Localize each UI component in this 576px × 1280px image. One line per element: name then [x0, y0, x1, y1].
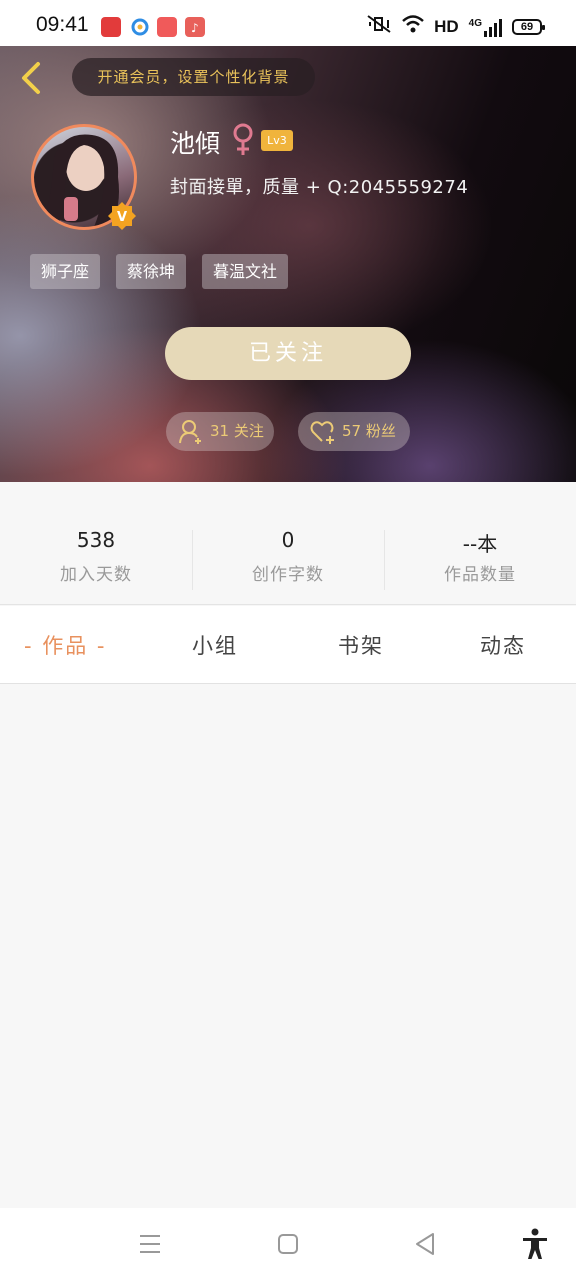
tag[interactable]: 蔡徐坤 [116, 254, 187, 289]
vip-background-prompt[interactable]: 开通会员，设置个性化背景 [72, 58, 315, 96]
female-icon [230, 122, 256, 158]
stat-works-count: --本 作品数量 [384, 528, 576, 585]
tab-content-area [0, 685, 576, 1208]
tag[interactable]: 狮子座 [30, 254, 101, 289]
tab-activity[interactable]: 动态 [480, 630, 526, 660]
hd-indicator: HD [434, 16, 459, 36]
back-chevron-icon [22, 62, 40, 94]
fans-button[interactable]: 57 粉丝 [298, 412, 410, 451]
wifi-icon [402, 15, 424, 38]
tag[interactable]: 暮温文社 [202, 254, 289, 289]
level-badge: Lv3 [261, 130, 293, 151]
status-time: 09:41 [36, 13, 89, 36]
music-app-icon: ♪ [185, 17, 205, 37]
tab-works[interactable]: - 作品 - [24, 630, 107, 660]
profile-tabs: - 作品 - 小组 书架 动态 [0, 606, 576, 684]
following-count: 31 关注 [210, 422, 264, 440]
accessibility-icon[interactable] [521, 1228, 549, 1260]
tab-groups[interactable]: 小组 [192, 630, 238, 660]
back-button[interactable] [14, 56, 50, 100]
user-add-icon [179, 419, 201, 444]
follow-button[interactable]: 已关注 [165, 327, 411, 380]
profile-name: 池傾 [170, 129, 221, 158]
back-icon[interactable] [413, 1232, 437, 1256]
verified-badge-icon: V [107, 201, 137, 231]
stat-label: 加入天数 [60, 565, 132, 585]
stat-word-count: 0 创作字数 [192, 528, 384, 585]
stat-value: 0 [281, 528, 295, 552]
signal-icon: 4G [469, 17, 502, 37]
profile-bio: 封面接單，质量 + Q:2045559274 [170, 177, 469, 198]
notification-app-icon [101, 17, 121, 37]
stat-join-days: 538 加入天数 [0, 528, 192, 585]
video-app-icon [157, 17, 177, 37]
mute-icon [366, 14, 392, 39]
svg-text:♪: ♪ [191, 21, 199, 35]
status-bar: 09:41 ♪ HD 4G 69 [0, 0, 576, 46]
browser-app-icon [130, 17, 150, 37]
following-button[interactable]: 31 关注 [166, 412, 274, 451]
tab-bookshelf[interactable]: 书架 [338, 630, 384, 660]
heart-add-icon [310, 420, 334, 444]
stat-label: 作品数量 [444, 565, 516, 585]
system-nav-bar [0, 1208, 576, 1280]
home-icon[interactable] [277, 1233, 299, 1255]
menu-icon[interactable] [139, 1234, 161, 1254]
stat-value: --本 [462, 532, 498, 556]
fans-count: 57 粉丝 [342, 422, 396, 440]
stats-row: 538 加入天数 0 创作字数 --本 作品数量 [0, 482, 576, 605]
stat-value: 538 [76, 528, 116, 552]
stat-label: 创作字数 [252, 565, 324, 585]
svg-text:V: V [117, 210, 127, 225]
profile-header: 开通会员，设置个性化背景 V 池傾 Lv3 封面接單，质量 + Q:204555… [0, 46, 576, 482]
tag-list: 狮子座 蔡徐坤 暮温文社 [30, 254, 289, 289]
battery-icon: 69 [512, 18, 545, 35]
